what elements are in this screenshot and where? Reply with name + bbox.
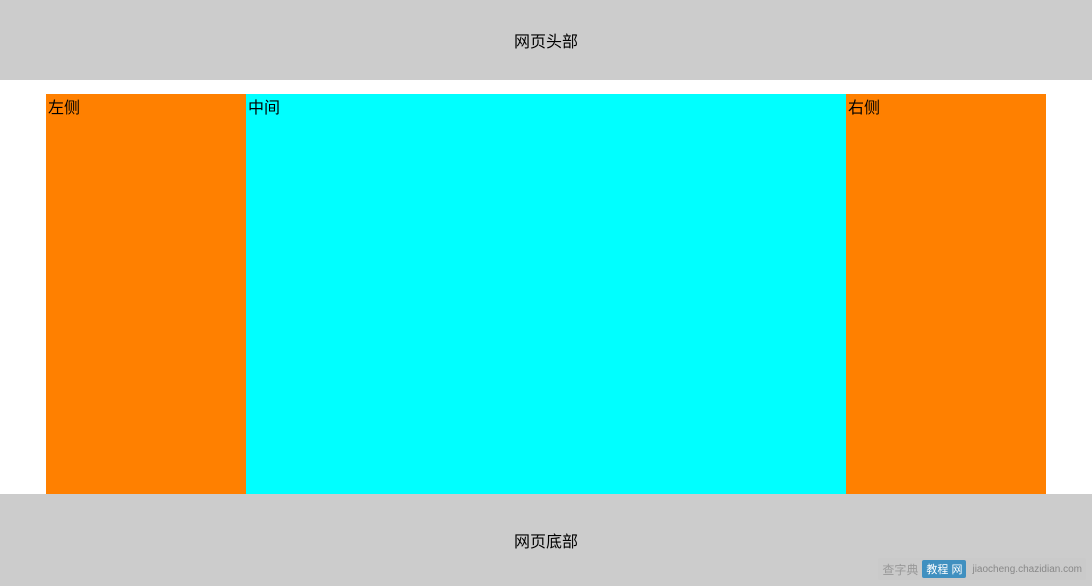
footer-title: 网页底部: [514, 528, 578, 552]
header-title: 网页头部: [514, 28, 578, 52]
left-column-label: 左侧: [48, 100, 80, 117]
watermark-badge: 教程 网: [922, 560, 966, 578]
watermark-url: jiaocheng.chazidian.com: [972, 564, 1082, 575]
right-column: 右侧: [846, 94, 1046, 494]
page-header: 网页头部: [0, 0, 1092, 80]
middle-column: 中间: [246, 94, 846, 494]
watermark: 查字典 教程 网 jiaocheng.chazidian.com: [878, 558, 1086, 580]
left-column: 左侧: [46, 94, 246, 494]
watermark-text: 查字典: [882, 561, 918, 578]
main-container: 左侧 中间 右侧: [46, 94, 1046, 494]
middle-column-label: 中间: [248, 100, 280, 117]
right-column-label: 右侧: [848, 100, 880, 117]
